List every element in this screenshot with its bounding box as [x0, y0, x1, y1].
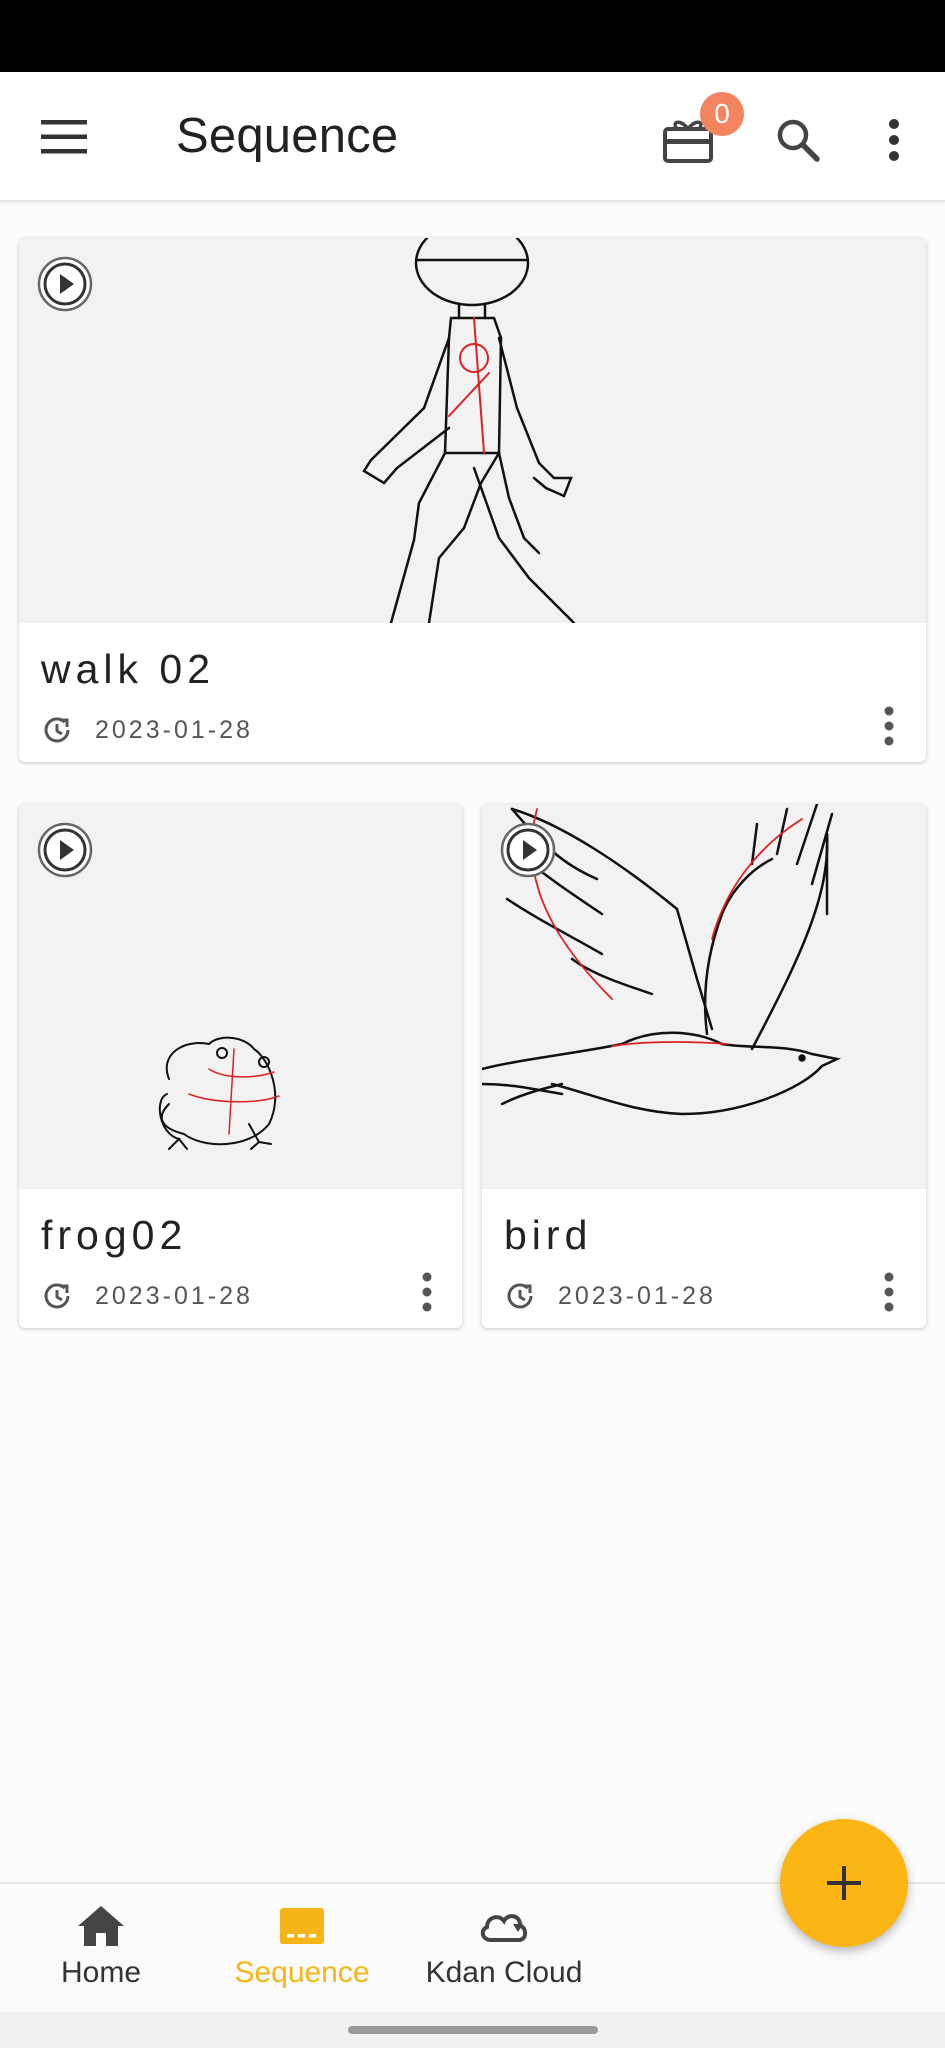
nav-label-kdan-cloud: Kdan Cloud [425, 1956, 583, 1989]
nav-label-home: Home [60, 1956, 142, 1989]
project-date-row: 2023-01-28 [41, 714, 253, 746]
project-card-bird[interactable]: bird 2023-01-28 [482, 804, 926, 1328]
more-vertical-icon [889, 119, 899, 161]
nav-item-home[interactable]: Home [1, 1904, 201, 1990]
system-gesture-area [0, 2012, 945, 2048]
project-thumbnail[interactable] [19, 238, 926, 623]
home-icon [78, 1906, 124, 1946]
app-bar: Sequence 0 [0, 72, 945, 202]
project-title: walk 02 [41, 646, 216, 692]
nav-item-sequence[interactable]: Sequence [202, 1904, 402, 1990]
history-icon [44, 1283, 70, 1309]
plus-icon [827, 1866, 861, 1900]
history-icon [44, 717, 70, 743]
play-icon[interactable] [37, 822, 93, 878]
notification-badge: 0 [700, 92, 744, 136]
home-gesture-bar[interactable] [348, 2026, 598, 2034]
more-options-button[interactable] [854, 100, 934, 180]
add-project-button[interactable] [780, 1819, 908, 1947]
project-title: frog02 [41, 1212, 188, 1258]
more-vertical-icon [422, 1272, 432, 1312]
card-more-button[interactable] [869, 1262, 909, 1322]
page-title: Sequence [176, 109, 399, 163]
project-date: 2023-01-28 [95, 1281, 253, 1310]
project-date-row: 2023-01-28 [41, 1280, 253, 1312]
nav-item-kdan-cloud[interactable]: Kdan Cloud [404, 1904, 604, 1990]
project-title: bird [504, 1212, 593, 1258]
history-icon [507, 1283, 533, 1309]
project-card-walk[interactable]: walk 02 2023-01-28 [19, 238, 926, 762]
cloud-icon [480, 1914, 528, 1942]
search-icon [777, 119, 820, 162]
walk-sketch-image [362, 238, 576, 623]
play-icon[interactable] [500, 822, 556, 878]
sequence-icon [280, 1908, 324, 1944]
project-thumbnail[interactable] [482, 804, 926, 1189]
project-date-row: 2023-01-28 [504, 1280, 716, 1312]
status-bar [0, 0, 945, 72]
project-date: 2023-01-28 [558, 1281, 716, 1310]
more-vertical-icon [884, 1272, 894, 1312]
search-button[interactable] [758, 100, 838, 180]
play-icon[interactable] [37, 256, 93, 312]
menu-button[interactable] [24, 97, 104, 177]
card-more-button[interactable] [407, 1262, 447, 1322]
card-more-button[interactable] [869, 696, 909, 756]
project-card-frog[interactable]: frog02 2023-01-28 [19, 804, 462, 1328]
more-vertical-icon [884, 706, 894, 746]
project-date: 2023-01-28 [95, 715, 253, 744]
menu-icon [41, 120, 87, 154]
nav-label-sequence: Sequence [234, 1956, 370, 1989]
project-thumbnail[interactable] [19, 804, 462, 1189]
